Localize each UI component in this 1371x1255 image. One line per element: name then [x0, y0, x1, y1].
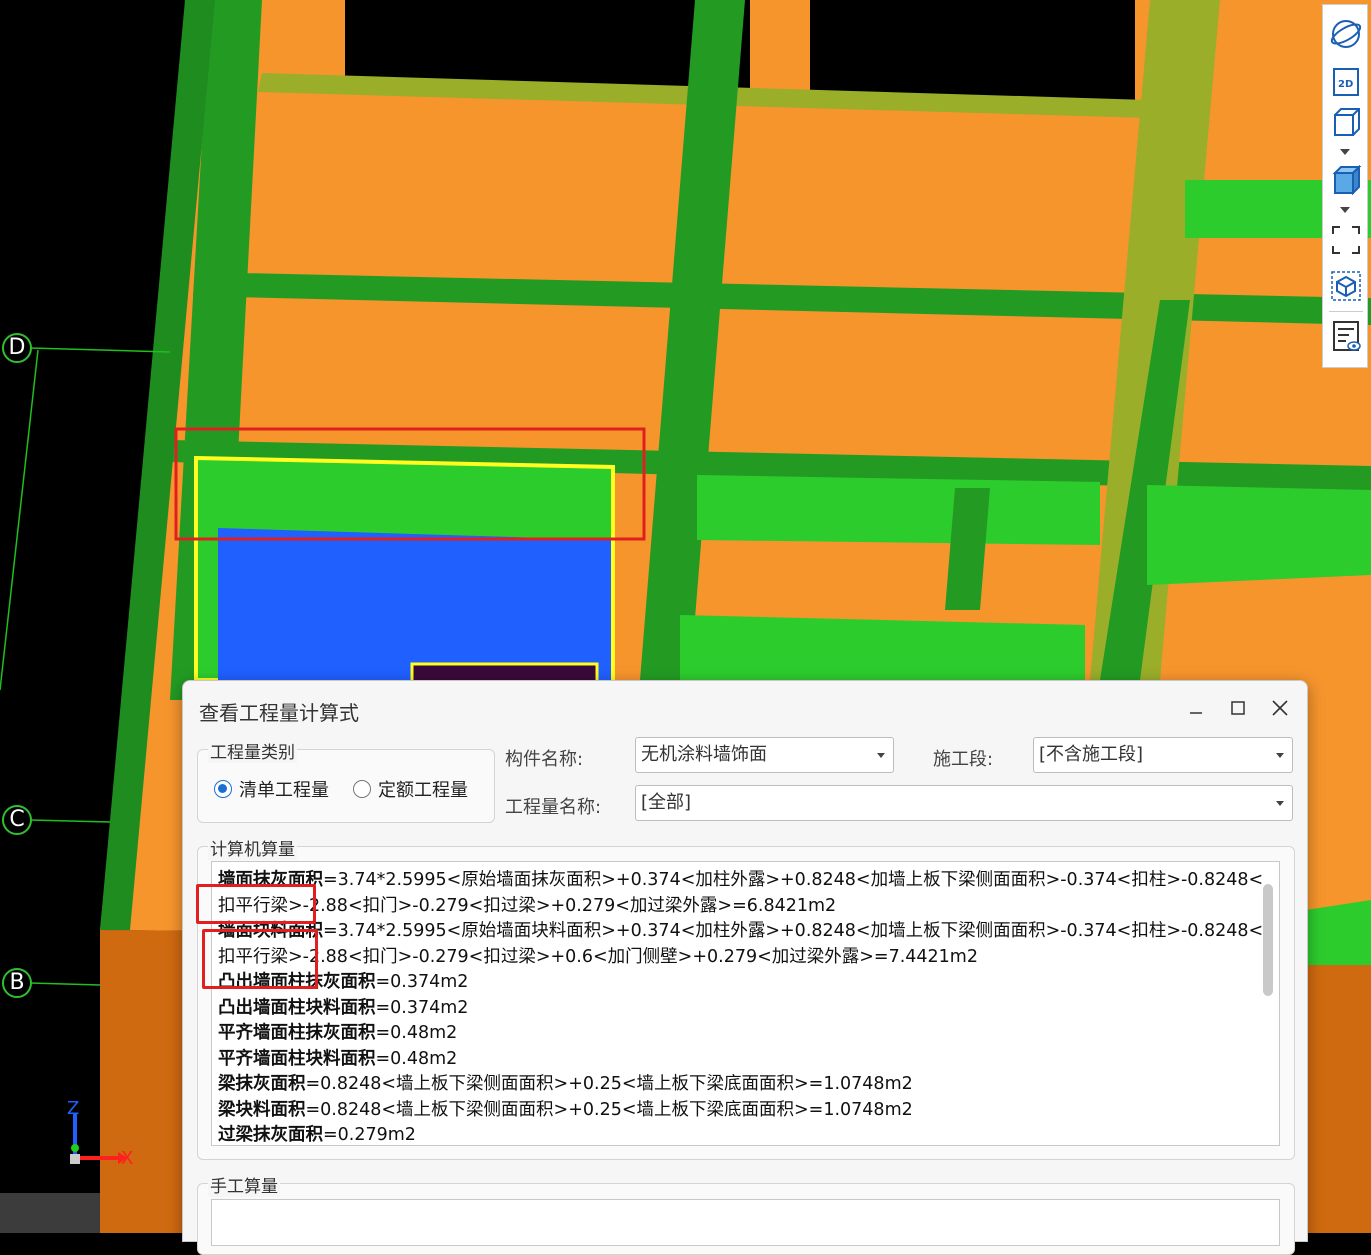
bill-quantity-label: 清单工程量	[239, 780, 329, 801]
construction-stage-select[interactable]: [不含施工段]	[1033, 737, 1293, 773]
calc-quantity-name: 梁抹灰面积	[218, 1074, 306, 1094]
calc-formula-line: 过梁抹灰面积=0.279m2	[218, 1123, 1258, 1145]
chevron-down-icon	[877, 753, 885, 758]
minimize-icon	[1190, 712, 1202, 714]
quota-quantity-radio[interactable]: 定额工程量	[353, 776, 468, 802]
3d-view-icon[interactable]	[1329, 105, 1363, 139]
minimize-button[interactable]	[1179, 693, 1213, 723]
quantity-name-select[interactable]: [全部]	[635, 785, 1293, 821]
calc-expression: =0.279m2	[323, 1125, 416, 1145]
manual-calc-textbox[interactable]	[211, 1199, 1280, 1246]
2d-view-label: 2D	[1338, 79, 1354, 90]
shaded-dropdown-icon[interactable]	[1340, 207, 1350, 213]
calc-quantity-name: 过梁抹灰面积	[218, 1125, 323, 1145]
computer-calc-legend: 计算机算量	[208, 835, 297, 860]
calc-expression: =0.8248<墙上板下梁侧面面积>+0.25<墙上板下梁底面面积>=1.074…	[305, 1099, 913, 1120]
radio-selected-icon	[214, 780, 232, 798]
dialog-title: 查看工程量计算式	[199, 701, 359, 725]
component-name-label: 构件名称:	[505, 749, 584, 770]
vertical-scrollbar[interactable]	[1263, 884, 1273, 996]
close-icon	[1272, 700, 1288, 716]
quantity-name-value: [全部]	[641, 792, 692, 813]
chevron-down-icon	[1276, 801, 1284, 806]
calc-formula-line: 凸出墙面柱抹灰面积=0.374m2	[218, 970, 1258, 996]
grid-axis-c-label: C	[2, 805, 32, 835]
calc-expression: =3.74*2.5995<原始墙面块料面积>+0.374<加柱外露>+0.824…	[323, 921, 1264, 941]
3d-view-dropdown-icon[interactable]	[1340, 149, 1350, 155]
grid-axis-b-label: B	[2, 968, 32, 998]
calc-expression: =3.74*2.5995<原始墙面抹灰面积>+0.374<加柱外露>+0.824…	[323, 870, 1264, 890]
calc-expression: =0.48m2	[375, 1023, 458, 1043]
axis-z-label: Z	[67, 1098, 80, 1119]
annotation-box	[196, 884, 316, 924]
calc-quantity-name: 梁块料面积	[218, 1099, 306, 1120]
computer-calc-textbox[interactable]: 墙面抹灰面积=3.74*2.5995<原始墙面抹灰面积>+0.374<加柱外露>…	[211, 861, 1280, 1146]
calc-expression: =0.374m2	[375, 997, 469, 1018]
calc-formula-line: 扣平行梁>-2.88<扣门>-0.279<扣过梁>+0.279<加过梁外露>=6…	[218, 894, 1258, 920]
component-view-icon[interactable]	[1329, 269, 1363, 303]
bill-quantity-radio[interactable]: 清单工程量	[214, 776, 329, 802]
quantity-type-legend: 工程量类别	[208, 738, 297, 763]
2d-view-icon[interactable]: 2D	[1329, 65, 1363, 99]
quota-quantity-label: 定额工程量	[378, 780, 468, 801]
calc-quantity-name: 平齐墙面柱抹灰面积	[218, 1023, 376, 1043]
orbit-icon[interactable]	[1329, 17, 1363, 51]
annotation-box	[202, 929, 318, 989]
report-view-icon[interactable]	[1329, 319, 1363, 353]
toolbar-separator	[1329, 311, 1363, 312]
radio-unselected-icon	[353, 780, 371, 798]
calc-expression: =0.48m2	[375, 1048, 458, 1069]
calc-formula-line: 墙面块料面积=3.74*2.5995<原始墙面块料面积>+0.374<加柱外露>…	[218, 919, 1263, 945]
calc-lines: 墙面抹灰面积=3.74*2.5995<原始墙面抹灰面积>+0.374<加柱外露>…	[218, 868, 1263, 1145]
close-button[interactable]	[1263, 693, 1297, 723]
manual-calc-legend: 手工算量	[208, 1172, 280, 1197]
calc-quantity-name: 平齐墙面柱块料面积	[218, 1048, 376, 1069]
component-name-select[interactable]: 无机涂料墙饰面	[635, 737, 894, 773]
calc-quantity-name: 凸出墙面柱块料面积	[218, 997, 376, 1018]
view-toolbar: 2D	[1322, 4, 1368, 368]
axis-gizmo: Z X	[62, 1098, 142, 1170]
calc-formula-line: 梁抹灰面积=0.8248<墙上板下梁侧面面积>+0.25<墙上板下梁底面面积>=…	[218, 1072, 1258, 1098]
calc-formula-line: 扣平行梁>-2.88<扣门>-0.279<扣过梁>+0.6<加门侧壁>+0.27…	[218, 945, 1258, 971]
calc-formula-line: 平齐墙面柱块料面积=0.48m2	[218, 1047, 1258, 1073]
shaded-cube-icon[interactable]	[1329, 163, 1363, 197]
grid-axis-d-label: D	[2, 333, 32, 363]
calc-formula-line: 墙面抹灰面积=3.74*2.5995<原始墙面抹灰面积>+0.374<加柱外露>…	[218, 868, 1263, 894]
calc-formula-line: 凸出墙面柱块料面积=0.374m2	[218, 996, 1258, 1022]
fit-view-icon[interactable]	[1329, 223, 1363, 257]
construction-stage-value: [不含施工段]	[1039, 744, 1144, 765]
component-name-value: 无机涂料墙饰面	[641, 744, 767, 765]
maximize-button[interactable]	[1221, 693, 1255, 723]
quantity-name-label: 工程量名称:	[505, 797, 602, 818]
chevron-down-icon	[1276, 753, 1284, 758]
construction-stage-label: 施工段:	[933, 749, 994, 770]
quantity-formula-dialog: 查看工程量计算式 工程量类别 清单工程量 定额工程量 构件名称: 无机涂料墙饰面…	[182, 680, 1308, 1255]
calc-expression: =0.374m2	[375, 972, 469, 992]
calc-formula-line: 梁块料面积=0.8248<墙上板下梁侧面面积>+0.25<墙上板下梁底面面积>=…	[218, 1098, 1258, 1124]
calc-expression: =0.8248<墙上板下梁侧面面积>+0.25<墙上板下梁底面面积>=1.074…	[305, 1074, 913, 1094]
calc-formula-line: 平齐墙面柱抹灰面积=0.48m2	[218, 1021, 1258, 1047]
quantity-type-group: 工程量类别 清单工程量 定额工程量	[197, 738, 495, 823]
calc-expression: 扣平行梁>-2.88<扣门>-0.279<扣过梁>+0.6<加门侧壁>+0.27…	[218, 946, 978, 967]
axis-x-label: X	[121, 1148, 134, 1169]
maximize-icon	[1231, 701, 1245, 715]
